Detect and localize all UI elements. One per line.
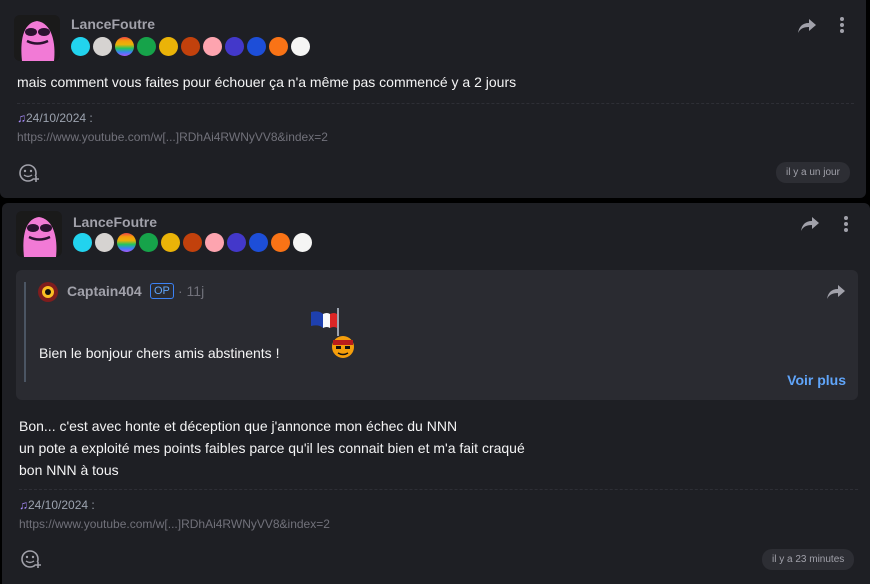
moon-planet-badge-icon[interactable] [227, 233, 246, 252]
old-man-badge-icon[interactable] [95, 233, 114, 252]
post-text-line: bon NNN à tous [19, 462, 119, 478]
old-man-badge-icon[interactable] [93, 37, 112, 56]
quote-author-name[interactable]: Captain404 [67, 283, 142, 299]
user-avatar[interactable] [14, 15, 60, 61]
rainbow-badge-icon[interactable] [115, 37, 134, 56]
pirate-face-icon [332, 336, 354, 358]
see-more-link[interactable]: Voir plus [787, 372, 846, 388]
blue-hair-face-badge-icon[interactable] [249, 233, 268, 252]
signature-link[interactable]: https://www.youtube.com/w[...]RDhAi4RWNy… [17, 130, 328, 144]
quote-text: Bien le bonjour chers amis abstinents ! [39, 345, 280, 361]
ice-crystal-badge-icon[interactable] [73, 233, 92, 252]
add-reaction-button[interactable] [18, 162, 40, 184]
username[interactable]: LanceFoutre [73, 214, 157, 230]
op-badge: OP [150, 283, 174, 299]
music-note-icon: ♫ [19, 498, 28, 512]
post-body: mais comment vous faites pour échouer ça… [17, 71, 516, 93]
vertical-dots-icon [844, 216, 848, 232]
bearded-face-badge-icon[interactable] [181, 37, 200, 56]
signature-divider [17, 103, 854, 104]
post-text-line: mais comment vous faites pour échouer ça… [17, 74, 517, 90]
share-button[interactable] [800, 215, 820, 238]
emoji-plus-icon [19, 164, 39, 182]
signature-date-text: 24/10/2024 : [26, 111, 93, 125]
username[interactable]: LanceFoutre [71, 16, 155, 32]
pink-blob-avatar-icon [14, 15, 60, 61]
share-arrow-icon [801, 217, 819, 231]
user-avatar[interactable] [16, 211, 62, 257]
spiral-face-badge-icon[interactable] [293, 233, 312, 252]
palette-badge-icon[interactable] [269, 37, 288, 56]
quote-author-avatar[interactable] [37, 281, 59, 308]
badge-list [73, 233, 312, 252]
add-reaction-button[interactable] [20, 548, 42, 570]
post-text-line: Bon... c'est avec honte et déception que… [19, 418, 458, 434]
captain-avatar-icon [38, 282, 58, 302]
gold-face-badge-icon[interactable] [161, 233, 180, 252]
moon-planet-badge-icon[interactable] [225, 37, 244, 56]
timestamp-badge: il y a un jour [776, 162, 850, 183]
signature-date: ♫24/10/2024 : [19, 498, 95, 512]
quote-share-button[interactable] [826, 283, 846, 306]
quoted-message[interactable]: Captain404 OP · 11j Bien le bonjour cher… [16, 270, 858, 400]
post-card: LanceFoutre mais comment vous faites pou… [0, 0, 866, 198]
rainbow-badge-icon[interactable] [117, 233, 136, 252]
more-options-button[interactable] [842, 215, 850, 238]
more-options-button[interactable] [838, 16, 846, 39]
share-arrow-icon [798, 19, 816, 33]
ice-crystal-badge-icon[interactable] [71, 37, 90, 56]
post-card: LanceFoutre Captain404 OP · 11j Bien le … [2, 203, 870, 584]
gold-face-badge-icon[interactable] [159, 37, 178, 56]
vertical-dots-icon [840, 17, 844, 33]
music-note-icon: ♫ [17, 111, 26, 125]
pirate-face-sticker [330, 334, 356, 365]
blonde-face-badge-icon[interactable] [205, 233, 224, 252]
green-hat-badge-icon[interactable] [139, 233, 158, 252]
pink-blob-avatar-icon [16, 211, 62, 257]
emoji-plus-icon [21, 550, 41, 568]
green-hat-badge-icon[interactable] [137, 37, 156, 56]
blue-hair-face-badge-icon[interactable] [247, 37, 266, 56]
quote-bar [24, 282, 26, 382]
spiral-face-badge-icon[interactable] [291, 37, 310, 56]
post-text-line: un pote a exploité mes points faibles pa… [19, 440, 525, 456]
badge-list [71, 37, 310, 56]
palette-badge-icon[interactable] [271, 233, 290, 252]
post-body: Bon... c'est avec honte et déception que… [19, 415, 525, 481]
share-arrow-icon [827, 285, 845, 299]
signature-date-text: 24/10/2024 : [28, 498, 95, 512]
blonde-face-badge-icon[interactable] [203, 37, 222, 56]
french-flag-icon [311, 308, 339, 336]
bearded-face-badge-icon[interactable] [183, 233, 202, 252]
signature-date: ♫24/10/2024 : [17, 111, 93, 125]
share-button[interactable] [797, 17, 817, 40]
timestamp-badge: il y a 23 minutes [762, 549, 855, 570]
quote-age: · 11j [178, 283, 205, 299]
signature-divider [19, 489, 858, 490]
signature-link[interactable]: https://www.youtube.com/w[...]RDhAi4RWNy… [19, 517, 330, 531]
